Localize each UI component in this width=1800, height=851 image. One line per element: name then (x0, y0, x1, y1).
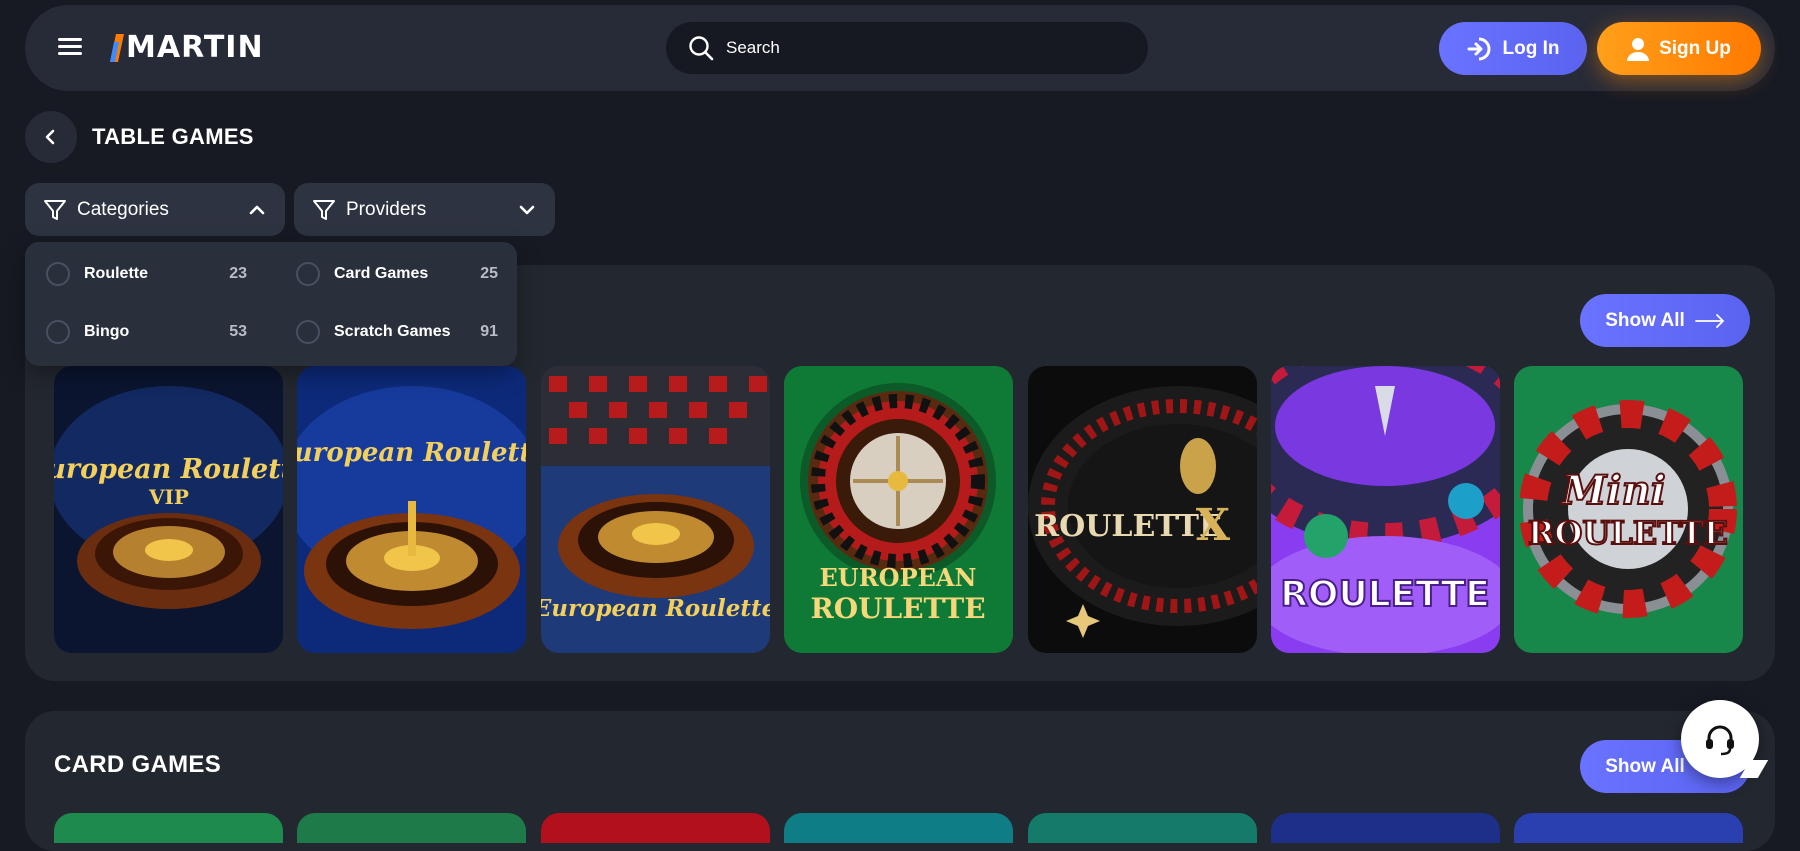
logo-mark-icon (110, 34, 124, 62)
game-title: European Roulette (297, 438, 526, 468)
providers-label: Providers (346, 198, 427, 220)
option-count: 91 (480, 323, 498, 340)
game-title: Mini (1560, 467, 1666, 514)
logo-text: MARTIN (126, 30, 264, 65)
section-title: CARD GAMES (54, 751, 222, 778)
option-label: Card Games (334, 265, 429, 282)
game-title: EUROPEAN (820, 563, 977, 592)
game-tile[interactable]: ROULETTE X (1028, 366, 1257, 653)
chevron-left-icon (45, 129, 55, 145)
game-title: European Roulette (54, 454, 283, 485)
radio-icon[interactable] (296, 320, 320, 344)
game-title: ROULETTE (1034, 509, 1222, 544)
game-tile[interactable] (1514, 813, 1743, 843)
option-label: Scratch Games (334, 323, 451, 340)
category-option-scratch-games[interactable]: Scratch Games 91 (296, 317, 498, 347)
signup-label: Sign Up (1659, 37, 1731, 59)
game-title: ROULETTE (1280, 574, 1490, 615)
filter-icon (44, 199, 66, 220)
logo[interactable]: MARTIN (110, 31, 264, 65)
support-chat-button[interactable] (1681, 700, 1759, 778)
search-bar[interactable] (666, 22, 1148, 74)
signup-button[interactable]: Sign Up (1597, 22, 1761, 75)
categories-filter[interactable]: Categories (25, 183, 285, 236)
game-tile[interactable]: European Roulette VIP (54, 366, 283, 653)
option-count: 53 (229, 323, 247, 340)
game-title: European Roulette (541, 595, 770, 622)
game-tile[interactable] (541, 813, 770, 843)
hamburger-icon[interactable] (55, 32, 85, 62)
categories-dropdown: Roulette 23 Card Games 25 Bingo 53 Scrat… (25, 242, 517, 366)
game-subtitle: VIP (148, 485, 189, 509)
option-count: 25 (480, 265, 498, 282)
game-tile[interactable]: ROULETTE (1271, 366, 1500, 653)
headset-icon (1706, 725, 1734, 756)
game-tile[interactable] (784, 813, 1013, 843)
show-all-label: Show All (1605, 309, 1685, 331)
game-tile[interactable]: EUROPEAN ROULETTE (784, 366, 1013, 653)
game-subtitle: ROULETTE (810, 592, 985, 625)
game-tile[interactable]: Mini ROULETTE (1514, 366, 1743, 653)
game-tile[interactable] (297, 813, 526, 843)
game-tile[interactable] (1028, 813, 1257, 843)
option-label: Bingo (84, 323, 130, 340)
radio-icon[interactable] (46, 320, 70, 344)
option-count: 23 (229, 265, 247, 282)
providers-filter[interactable]: Providers (294, 183, 555, 236)
chevron-down-icon (519, 205, 535, 214)
option-label: Roulette (84, 265, 148, 282)
game-subtitle: X (1196, 500, 1231, 551)
login-button[interactable]: Log In (1439, 22, 1587, 75)
filter-icon (313, 199, 335, 220)
top-header: MARTIN Log In Sign Up (25, 5, 1775, 91)
categories-label: Categories (77, 198, 169, 220)
search-icon (689, 36, 714, 61)
login-icon (1467, 37, 1490, 60)
user-icon (1627, 37, 1650, 61)
game-tile[interactable] (54, 813, 283, 843)
back-button[interactable] (25, 111, 77, 163)
search-input[interactable] (726, 38, 1126, 58)
login-label: Log In (1502, 37, 1560, 59)
arrow-right-icon (1694, 313, 1725, 328)
game-tile[interactable]: European Roulette (541, 366, 770, 653)
page-title: TABLE GAMES (92, 124, 254, 149)
game-tile[interactable]: European Roulette (297, 366, 526, 653)
game-tile[interactable] (1271, 813, 1500, 843)
category-option-roulette[interactable]: Roulette 23 (46, 259, 247, 289)
show-all-label: Show All (1605, 755, 1685, 777)
category-option-bingo[interactable]: Bingo 53 (46, 317, 247, 347)
category-option-card-games[interactable]: Card Games 25 (296, 259, 498, 289)
chevron-up-icon (249, 205, 265, 214)
show-all-button[interactable]: Show All (1580, 294, 1750, 347)
game-subtitle: ROULETTE (1528, 514, 1728, 552)
radio-icon[interactable] (46, 262, 70, 286)
radio-icon[interactable] (296, 262, 320, 286)
